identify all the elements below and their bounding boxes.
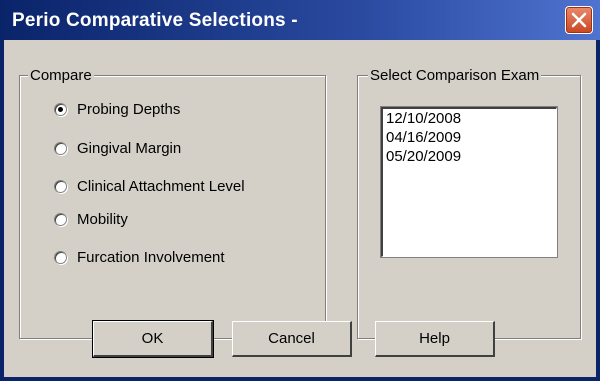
radio-label: Gingival Margin: [77, 139, 182, 157]
exam-date-list[interactable]: 12/10/2008 04/16/2009 05/20/2009: [380, 106, 558, 258]
title-bar[interactable]: Perio Comparative Selections -: [0, 0, 600, 40]
compare-legend: Compare: [28, 67, 94, 84]
exam-legend: Select Comparison Exam: [368, 67, 542, 84]
radio-label: Clinical Attachment Level: [77, 177, 245, 195]
radio-mobility[interactable]: Mobility: [54, 208, 128, 230]
dialog-window: Perio Comparative Selections - Compare P…: [0, 0, 600, 381]
radio-button[interactable]: [54, 141, 67, 155]
ok-button[interactable]: OK: [92, 320, 214, 358]
cancel-button[interactable]: Cancel: [232, 321, 352, 357]
window-title: Perio Comparative Selections -: [12, 10, 298, 31]
radio-furcation-involvement[interactable]: Furcation Involvement: [54, 246, 225, 268]
list-item[interactable]: 05/20/2009: [383, 147, 556, 166]
radio-probing-depths[interactable]: Probing Depths: [54, 98, 180, 120]
radio-button[interactable]: [54, 212, 67, 226]
help-button[interactable]: Help: [375, 321, 495, 357]
radio-label: Furcation Involvement: [77, 248, 225, 266]
radio-button[interactable]: [54, 179, 67, 193]
radio-clinical-attachment-level[interactable]: Clinical Attachment Level: [54, 175, 245, 197]
radio-button-selected[interactable]: [54, 102, 67, 116]
close-icon: [571, 12, 587, 28]
radio-gingival-margin[interactable]: Gingival Margin: [54, 137, 181, 159]
dialog-body: Compare Probing Depths Gingival Margin C…: [4, 40, 596, 377]
radio-label: Mobility: [77, 210, 128, 228]
radio-label: Probing Depths: [77, 100, 181, 118]
list-item[interactable]: 12/10/2008: [383, 109, 556, 128]
list-item[interactable]: 04/16/2009: [383, 128, 556, 147]
radio-button[interactable]: [54, 250, 67, 264]
close-button[interactable]: [565, 6, 593, 34]
